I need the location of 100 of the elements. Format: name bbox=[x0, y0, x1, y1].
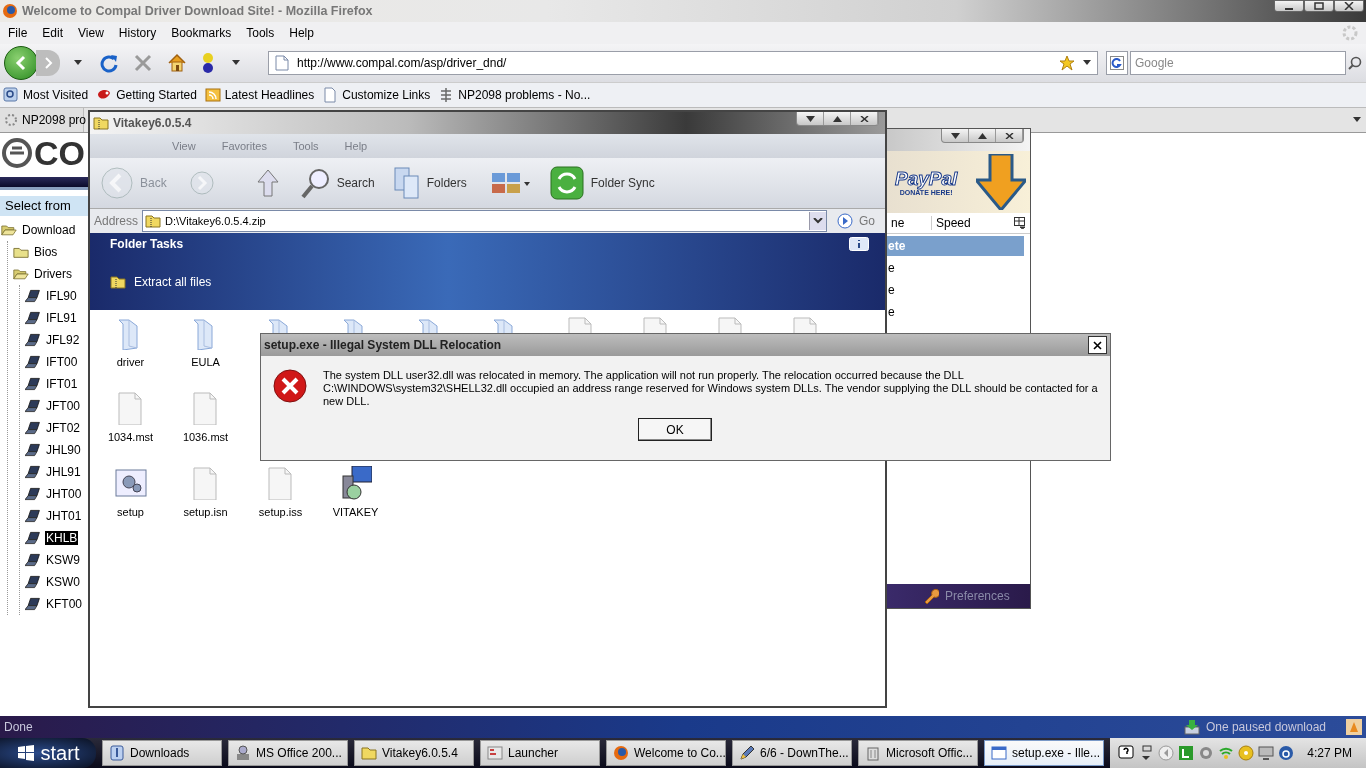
download-row[interactable]: e bbox=[887, 302, 1024, 322]
bookmark-item[interactable]: Most Visited bbox=[3, 87, 89, 103]
sync-icon bbox=[548, 165, 585, 201]
tree-item[interactable]: IFT00 bbox=[45, 355, 79, 369]
browser-tab[interactable]: NP2098 pro bbox=[0, 108, 84, 132]
tree-item[interactable]: KHLB bbox=[45, 531, 79, 545]
tree-item[interactable]: Bios bbox=[33, 245, 59, 259]
pencil-icon bbox=[739, 745, 755, 761]
tree-item[interactable]: JHT01 bbox=[45, 509, 83, 523]
computer-disc-icon[interactable] bbox=[339, 466, 372, 500]
column-header[interactable]: Speed bbox=[932, 216, 1014, 230]
download-row[interactable]: e bbox=[887, 280, 1024, 300]
tree-item[interactable]: JFL92 bbox=[45, 333, 81, 347]
tab-list-dropdown-icon[interactable] bbox=[1353, 117, 1361, 123]
menu-item[interactable]: File bbox=[2, 26, 37, 40]
taskbar-button[interactable]: 6/6 - DownThe... bbox=[732, 740, 852, 766]
dropdown-icon[interactable] bbox=[1083, 60, 1091, 66]
sync-button[interactable]: Folder Sync bbox=[548, 161, 655, 205]
clock[interactable]: 4:27 PM bbox=[1307, 746, 1352, 760]
taskbar-button[interactable]: Launcher bbox=[480, 740, 600, 766]
bookmark-item[interactable]: Latest Headlines bbox=[204, 87, 315, 103]
menu-item[interactable]: Tools bbox=[240, 26, 284, 40]
tree-item[interactable]: KFT00 bbox=[45, 597, 83, 611]
dropdown-button[interactable] bbox=[809, 212, 826, 230]
file-name[interactable]: setup bbox=[117, 506, 144, 518]
go-button[interactable]: Go bbox=[831, 213, 881, 229]
close-button[interactable] bbox=[1088, 336, 1107, 354]
bookmark-item[interactable]: NP2098 problems - No... bbox=[438, 87, 591, 103]
menu-item[interactable]: Bookmarks bbox=[165, 26, 241, 40]
file-name[interactable]: setup.iss bbox=[258, 506, 303, 518]
url-field[interactable]: http://www.compal.com/asp/driver_dnd/ bbox=[268, 51, 1098, 75]
tree-item[interactable]: Drivers bbox=[33, 267, 73, 281]
task-link[interactable]: Extract all files bbox=[110, 275, 212, 289]
taskbar-button[interactable]: Microsoft Offic... bbox=[858, 740, 978, 766]
column-picker-icon[interactable] bbox=[1014, 217, 1026, 229]
dropdown-icon[interactable] bbox=[74, 60, 82, 66]
feed-icon bbox=[204, 87, 221, 103]
throbber-icon bbox=[1342, 25, 1358, 41]
start-button[interactable]: start bbox=[0, 738, 96, 768]
folders-button[interactable]: Folders bbox=[392, 161, 467, 205]
file-name[interactable]: VITAKEY bbox=[332, 506, 379, 518]
google-g-icon bbox=[1110, 56, 1124, 70]
menu-item[interactable]: View bbox=[72, 26, 113, 40]
beads-icon[interactable] bbox=[201, 52, 215, 74]
gear-icon[interactable] bbox=[114, 466, 147, 500]
page-icon bbox=[275, 55, 289, 71]
ok-button[interactable]: OK bbox=[638, 418, 712, 441]
monitor-icon[interactable] bbox=[1258, 745, 1274, 761]
menu-item[interactable]: Help bbox=[283, 26, 323, 40]
tree-item[interactable]: JHL90 bbox=[45, 443, 82, 457]
disc-icon[interactable] bbox=[1238, 745, 1254, 761]
reload-icon[interactable] bbox=[99, 53, 119, 73]
square-logo-icon[interactable] bbox=[1178, 745, 1194, 761]
taskbar-button[interactable]: Welcome to Co... bbox=[606, 740, 726, 766]
file-name[interactable]: 1036.mst bbox=[182, 431, 229, 443]
letter-a-icon[interactable] bbox=[1278, 745, 1294, 761]
download-arrow-icon bbox=[1183, 719, 1200, 735]
info-icon[interactable] bbox=[849, 237, 869, 251]
home-icon[interactable] bbox=[167, 53, 187, 73]
taskbar-button[interactable]: setup.exe - Ille... bbox=[984, 740, 1104, 766]
menu-item[interactable]: History bbox=[112, 26, 166, 40]
tree-item[interactable]: JFT00 bbox=[45, 399, 81, 413]
close-button[interactable] bbox=[1334, 0, 1364, 12]
picture-icon bbox=[1346, 719, 1362, 735]
taskbar-button[interactable]: Vitakey6.0.5.4 bbox=[354, 740, 474, 766]
speaker-icon[interactable] bbox=[1198, 745, 1214, 761]
help-icon[interactable] bbox=[1118, 745, 1134, 761]
tree-item[interactable]: JHT00 bbox=[45, 487, 83, 501]
search-engine-button[interactable] bbox=[1106, 51, 1128, 75]
back-button[interactable] bbox=[4, 46, 38, 80]
address-field[interactable]: D:\Vitakey6.0.5.4.zip bbox=[142, 210, 827, 232]
tree-item[interactable]: IFL91 bbox=[45, 311, 78, 325]
laptop-icon bbox=[25, 376, 41, 392]
download-status[interactable]: One paused download bbox=[1205, 720, 1326, 734]
download-row[interactable]: e bbox=[887, 258, 1024, 278]
maximize-button[interactable] bbox=[1304, 0, 1334, 12]
file-name[interactable]: 1034.mst bbox=[107, 431, 154, 443]
file-name[interactable]: EULA bbox=[191, 356, 220, 368]
loading-icon bbox=[4, 113, 18, 127]
tree-item[interactable]: JHL91 bbox=[45, 465, 82, 479]
tree-item[interactable]: Download bbox=[21, 223, 77, 237]
menu-item[interactable]: Edit bbox=[36, 26, 73, 40]
tree-item[interactable]: JFT02 bbox=[45, 421, 81, 435]
tree-item[interactable]: IFL90 bbox=[45, 289, 78, 303]
tree-item[interactable]: KSW0 bbox=[45, 575, 81, 589]
firefox-icon bbox=[2, 3, 18, 19]
firefox-icon bbox=[613, 745, 629, 761]
search-button[interactable]: Search bbox=[300, 161, 375, 205]
bookmark-item[interactable]: Getting Started bbox=[96, 87, 197, 103]
file-name[interactable]: setup.isn bbox=[183, 506, 228, 518]
search-icon[interactable] bbox=[1348, 56, 1362, 70]
file-name[interactable]: driver bbox=[116, 356, 145, 368]
taskbar-button[interactable]: MS Office 200... bbox=[228, 740, 348, 766]
bookmark-item[interactable]: Customize Links bbox=[322, 87, 431, 103]
dropdown-icon[interactable] bbox=[232, 60, 240, 66]
tree-item[interactable]: IFT01 bbox=[45, 377, 79, 391]
search-field[interactable]: Google bbox=[1130, 51, 1346, 75]
tree-item[interactable]: KSW9 bbox=[45, 553, 81, 567]
minimize-button[interactable] bbox=[1274, 0, 1304, 12]
taskbar-button[interactable]: Downloads bbox=[102, 740, 222, 766]
